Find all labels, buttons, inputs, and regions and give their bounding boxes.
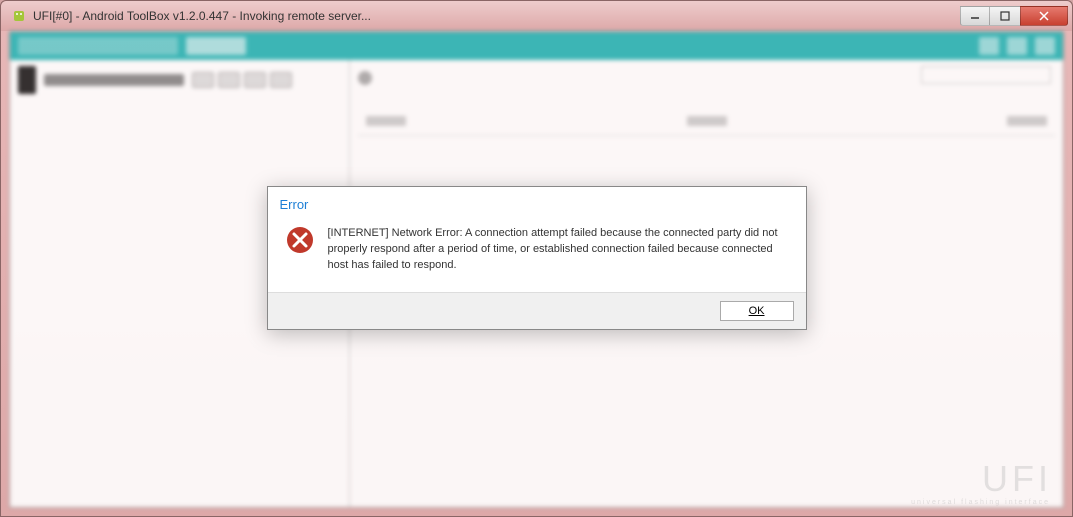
device-row[interactable] [10, 60, 349, 100]
content-header [358, 116, 1055, 136]
toolbar [10, 32, 1063, 60]
window-title: UFI[#0] - Android ToolBox v1.2.0.447 - I… [33, 9, 960, 23]
toolbar-item[interactable] [18, 37, 178, 55]
device-thumb-icon [18, 66, 36, 94]
error-icon [286, 226, 314, 254]
filter-input[interactable] [921, 66, 1051, 84]
device-control[interactable] [270, 72, 292, 88]
maximize-button[interactable] [990, 6, 1020, 26]
app-icon [11, 8, 27, 24]
window-controls [960, 6, 1068, 26]
device-label [44, 74, 184, 86]
toolbar-square-button[interactable] [979, 37, 999, 55]
ok-label: OK [749, 305, 765, 317]
toolbar-square-button[interactable] [1007, 37, 1027, 55]
titlebar[interactable]: UFI[#0] - Android ToolBox v1.2.0.447 - I… [1, 1, 1072, 31]
minimize-button[interactable] [960, 6, 990, 26]
device-control[interactable] [218, 72, 240, 88]
device-control[interactable] [244, 72, 266, 88]
search-icon[interactable] [358, 71, 372, 85]
dialog-title: Error [268, 187, 806, 220]
device-control[interactable] [192, 72, 214, 88]
ok-button[interactable]: OK [720, 301, 794, 321]
error-dialog: Error [INTERNET] Network Error: A connec… [267, 186, 807, 330]
close-button[interactable] [1020, 6, 1068, 26]
dialog-message: [INTERNET] Network Error: A connection a… [328, 226, 790, 274]
toolbar-square-button[interactable] [1035, 37, 1055, 55]
toolbar-button[interactable] [186, 37, 246, 55]
app-window: UFI[#0] - Android ToolBox v1.2.0.447 - I… [0, 0, 1073, 517]
